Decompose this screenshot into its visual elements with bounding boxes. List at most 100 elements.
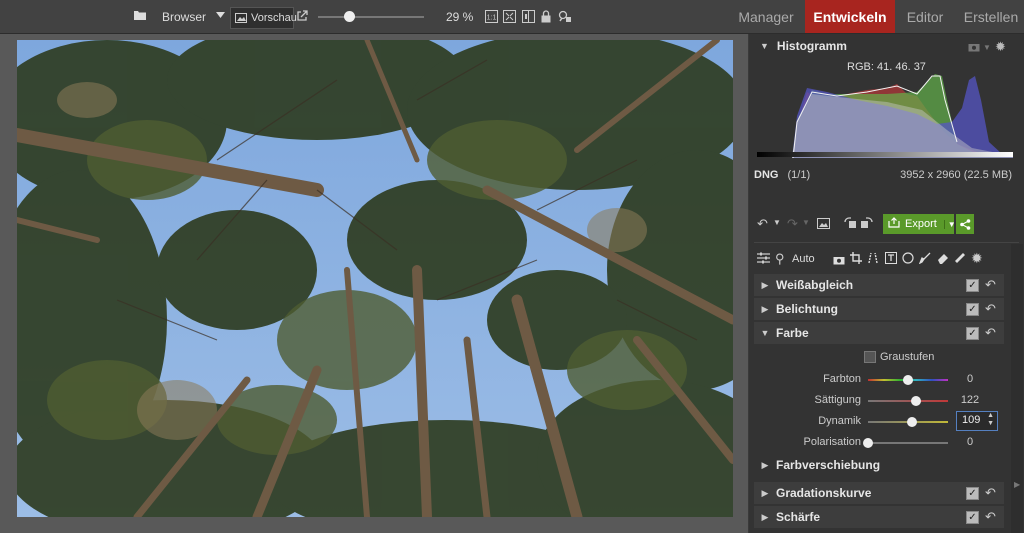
section-enable-checkbox[interactable]: ✓ [966,327,979,340]
triangle-right-icon: ▶ [761,511,769,522]
share-button[interactable] [956,214,974,234]
section-enable-checkbox[interactable]: ✓ [966,303,979,316]
presets-icon[interactable] [757,252,770,267]
module-manager[interactable]: Manager [728,0,804,33]
compare-icon[interactable] [522,10,535,23]
crop-icon[interactable] [850,252,862,267]
zoom-lock-icon[interactable] [558,10,572,23]
chevron-down-icon[interactable]: ▼ [802,218,810,227]
image-icon [235,13,247,23]
text-icon[interactable] [885,252,897,267]
section-enable-checkbox[interactable]: ✓ [966,279,979,292]
file-info: DNG (1/1) [754,169,810,181]
right-panel: ▼ Histogramm ▼ ✹ RGB: 41, 46, 37 DNG (1/… [749,34,1024,533]
image-viewer[interactable] [0,34,748,533]
reset-icon[interactable]: ↶ [985,325,996,341]
ruler-icon[interactable] [954,252,966,267]
reset-icon[interactable]: ↶ [985,277,996,293]
vignette-icon[interactable] [902,252,914,267]
section-title: Belichtung [776,302,838,316]
perspective-icon[interactable] [867,252,879,267]
file-dimensions: 3952 x 2960 (22.5 MB) [900,169,1012,181]
reset-icon[interactable]: ↶ [985,509,996,525]
preview-button[interactable]: Vorschau [230,7,297,29]
zoom-value: 29 % [446,10,474,24]
undo-icon[interactable]: ↶ [757,216,768,232]
browser-label[interactable]: Browser [162,10,206,24]
export-button[interactable]: Export ▼ [883,214,956,234]
auto-button[interactable]: Auto [792,253,815,265]
file-format: DNG [754,169,779,181]
settings-gear-icon[interactable]: ✹ [971,250,983,267]
slider-value[interactable]: 109 [962,414,980,426]
slider-label: Farbton [823,373,861,385]
camera-icon[interactable] [833,253,845,268]
reset-icon[interactable]: ↶ [985,485,996,501]
slider-value[interactable]: 122 [955,394,985,406]
share-icon [959,218,970,230]
rotate-right-icon[interactable] [860,216,874,232]
section-farbverschiebung[interactable]: ▶ Farbverschiebung [754,454,1004,476]
graustufen-label: Graustufen [880,351,935,363]
chevron-down-icon[interactable]: ▼ [773,218,781,227]
top-bar: Browser Vorschau 29 % 1:1 Manager Entwic… [0,0,1024,34]
slider-polarisation[interactable]: Polarisation 0 [749,435,1024,451]
export-icon [888,217,900,231]
triangle-right-icon: ▶ [761,487,769,498]
divider [754,242,1019,243]
brush-icon[interactable] [918,252,931,267]
slider-knob[interactable] [907,417,917,427]
triangle-right-icon: ▶ [1014,480,1021,489]
rotate-left-icon[interactable] [843,216,857,232]
zoom-slider[interactable] [318,16,424,18]
chevron-down-icon[interactable] [216,12,225,18]
histogram-header[interactable]: ▼ Histogramm ▼ ✹ [754,36,1019,56]
slider-value[interactable]: 0 [955,373,985,385]
module-editor[interactable]: Editor [896,0,954,33]
image-icon[interactable] [817,217,830,232]
section-title: Farbe [776,326,809,340]
section-enable-checkbox[interactable]: ✓ [966,511,979,524]
section-title: Weißabgleich [776,278,854,292]
stepper-icon[interactable]: ▲ ▼ [987,412,994,428]
lock-icon[interactable] [541,10,551,23]
slider-knob[interactable] [903,375,913,385]
chevron-down-icon[interactable]: ▼ [983,43,991,52]
triangle-right-icon: ▶ [761,459,769,470]
zoom-1to1-icon[interactable]: 1:1 [485,10,498,23]
section-enable-checkbox[interactable]: ✓ [966,487,979,500]
module-erstellen[interactable]: Erstellen [958,0,1024,33]
slider-label: Sättigung [814,394,861,406]
svg-text:1:1: 1:1 [487,15,497,22]
dynamik-value-field[interactable]: 109 ▲ ▼ [956,411,998,431]
slider-track[interactable] [868,400,948,402]
histogram-gradient-bar [757,152,1013,157]
reset-icon[interactable]: ↶ [985,301,996,317]
redo-icon[interactable]: ↷ [787,216,798,232]
slider-knob[interactable] [911,396,921,406]
slider-farbton[interactable]: Farbton 0 [749,372,1024,388]
graustufen-checkbox[interactable] [864,351,876,363]
module-entwickeln[interactable]: Entwickeln [805,0,895,33]
folder-icon[interactable] [133,9,147,21]
slider-track[interactable] [868,442,948,444]
triangle-down-icon: ▼ [760,328,770,338]
eraser-icon[interactable] [937,252,949,267]
fit-screen-icon[interactable] [503,10,516,23]
camera-icon[interactable] [968,41,980,55]
section-title: Gradationskurve [776,486,872,500]
slider-dynamik[interactable]: Dynamik 109 ▲ ▼ [749,411,1024,431]
settings-gear-icon[interactable]: ✹ [995,39,1006,55]
section-title: Farbverschiebung [776,458,881,472]
slider-knob[interactable] [863,438,873,448]
panel-scrollbar[interactable]: ▶ [1011,244,1023,533]
zoom-slider-knob[interactable] [343,11,355,22]
slider-value[interactable]: 0 [955,436,985,448]
photo-canvas[interactable] [17,40,733,517]
chevron-down-icon[interactable]: ▼ [943,219,956,229]
preview-label: Vorschau [251,12,297,24]
external-link-icon[interactable] [296,10,308,22]
slider-saettigung[interactable]: Sättigung 122 [749,393,1024,409]
auto-wand-icon[interactable]: ⚲ [775,251,785,267]
section-title: Schärfe [776,510,821,524]
